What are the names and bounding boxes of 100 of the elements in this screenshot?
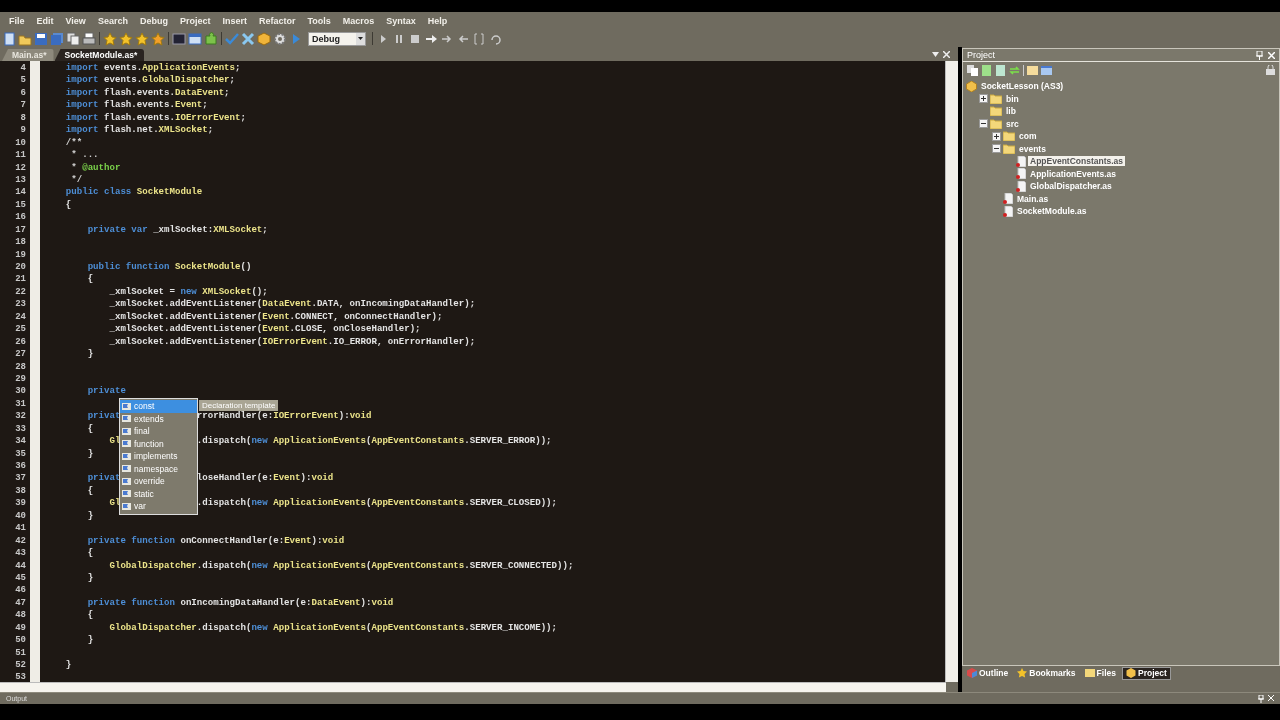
copy-icon[interactable] — [967, 64, 978, 76]
configuration-dropdown[interactable]: Debug — [308, 31, 366, 46]
lock-icon[interactable] — [1266, 65, 1275, 75]
line-number: 20 — [14, 261, 27, 274]
window-icon[interactable] — [188, 31, 202, 46]
tree-item[interactable]: ApplicationEvents.as — [1028, 168, 1118, 179]
line-number: 24 — [14, 310, 27, 324]
completion-item[interactable]: function — [120, 437, 197, 450]
code-line: public function SocketModule() — [86, 261, 252, 274]
close-icon[interactable] — [943, 50, 950, 58]
collapse-icon[interactable] — [979, 119, 988, 129]
code-line: /** — [64, 136, 83, 150]
line-number: 29 — [14, 372, 27, 386]
flag-icon — [122, 402, 131, 410]
box-icon[interactable] — [257, 31, 271, 46]
menu-item[interactable]: Insert — [216, 15, 253, 27]
folder-icon[interactable] — [1027, 64, 1038, 76]
tree-item[interactable]: AppEventConstants.as — [1028, 156, 1126, 167]
star-icon[interactable] — [151, 31, 165, 46]
menu-item[interactable]: Debug — [133, 15, 174, 27]
document-icon[interactable] — [995, 64, 1006, 76]
pin-icon[interactable] — [1256, 50, 1263, 60]
tree-item[interactable]: src — [1004, 118, 1021, 129]
vertical-scrollbar[interactable] — [945, 61, 958, 682]
dropdown-arrow-icon — [932, 51, 939, 57]
code-line: private function onConnectHandler(e:Event):void — [86, 534, 345, 548]
new-file-icon[interactable] — [2, 31, 16, 46]
collapse-icon[interactable] — [992, 144, 1001, 154]
menu-item[interactable]: Help — [421, 15, 454, 27]
completion-item[interactable]: final — [120, 425, 197, 438]
line-number: 9 — [19, 124, 27, 137]
completion-item[interactable]: extends — [120, 412, 197, 425]
completion-item[interactable]: static — [120, 487, 197, 500]
menu-item[interactable]: Edit — [30, 15, 60, 27]
completion-item[interactable]: override — [120, 475, 197, 488]
panel-tab[interactable]: Project — [1121, 666, 1171, 680]
tree-item[interactable]: events — [1017, 143, 1048, 154]
tree-item[interactable]: lib — [1004, 106, 1018, 117]
line-number: 50 — [14, 634, 27, 647]
code-line: import flash.net.XMLSocket; — [64, 124, 214, 137]
bracket-icon[interactable] — [472, 31, 486, 46]
flag-icon — [122, 490, 131, 498]
terminal-icon[interactable] — [172, 31, 186, 46]
completion-item[interactable]: implements — [120, 450, 197, 463]
line-number: 51 — [14, 646, 27, 659]
document-icon[interactable] — [981, 64, 992, 76]
menu-item[interactable]: Refactor — [252, 15, 302, 27]
menu-item[interactable]: Syntax — [380, 15, 422, 27]
tree-item[interactable]: GlobalDispatcher.as — [1028, 181, 1114, 192]
line-number: 13 — [14, 173, 27, 187]
expand-icon[interactable] — [992, 131, 1001, 141]
flag-icon — [122, 427, 131, 435]
code-line: import flash.events.Event; — [64, 99, 208, 112]
menu-item[interactable]: View — [59, 15, 92, 27]
tree-item[interactable]: com — [1017, 131, 1039, 142]
copy-icon[interactable] — [66, 31, 80, 46]
tree-item[interactable]: SocketModule.as — [1015, 206, 1089, 217]
window-icon[interactable] — [1041, 64, 1052, 76]
code-line: privat — [86, 410, 121, 423]
refresh-icon[interactable] — [1009, 64, 1020, 76]
panel-tab[interactable]: Bookmarks — [1014, 666, 1079, 680]
tree-item[interactable]: SocketLesson (AS3) — [979, 81, 1066, 92]
menu-item[interactable]: File — [3, 15, 31, 27]
panel-tab[interactable]: Files — [1081, 666, 1119, 680]
line-number: 31 — [14, 397, 27, 411]
line-number: 53 — [14, 671, 27, 682]
check-icon[interactable] — [225, 31, 239, 46]
horizontal-scrollbar[interactable] — [0, 682, 946, 692]
hexagon-icon — [966, 80, 977, 92]
line-number: 27 — [14, 348, 27, 361]
code-line: privat — [86, 472, 121, 485]
gear-icon[interactable] — [273, 31, 287, 46]
line-number: 19 — [14, 248, 27, 261]
line-number: 32 — [14, 410, 27, 423]
folder-icon — [990, 93, 1002, 104]
expand-icon[interactable] — [979, 94, 988, 104]
flag-icon — [122, 465, 131, 473]
completion-item[interactable]: namespace — [120, 462, 197, 475]
code-line: loseHandler(e:Event):void — [196, 472, 334, 485]
file-tab[interactable]: SocketModule.as* — [54, 49, 145, 61]
star-icon[interactable] — [119, 31, 133, 46]
completion-item[interactable]: var — [120, 500, 197, 513]
completion-item[interactable]: const — [120, 400, 197, 413]
print-icon[interactable] — [82, 31, 96, 46]
flag-icon — [122, 440, 131, 448]
panel-tab[interactable]: Outline — [964, 666, 1012, 680]
file-tab[interactable]: Main.as* — [2, 49, 54, 61]
line-number: 48 — [14, 609, 27, 622]
menu-item[interactable]: Project — [173, 15, 217, 27]
tree-item[interactable]: bin — [1004, 93, 1021, 104]
save-icon[interactable] — [34, 31, 48, 46]
star-icon[interactable] — [135, 31, 149, 46]
star-icon[interactable] — [103, 31, 117, 46]
menu-item[interactable]: Tools — [301, 15, 337, 27]
folder-icon — [1003, 131, 1015, 142]
cube-icon — [967, 668, 977, 678]
menu-item[interactable]: Search — [91, 15, 134, 27]
menu-item[interactable]: Macros — [336, 15, 381, 27]
pin-icon[interactable] — [1258, 694, 1264, 703]
tree-item[interactable]: Main.as — [1015, 193, 1051, 204]
